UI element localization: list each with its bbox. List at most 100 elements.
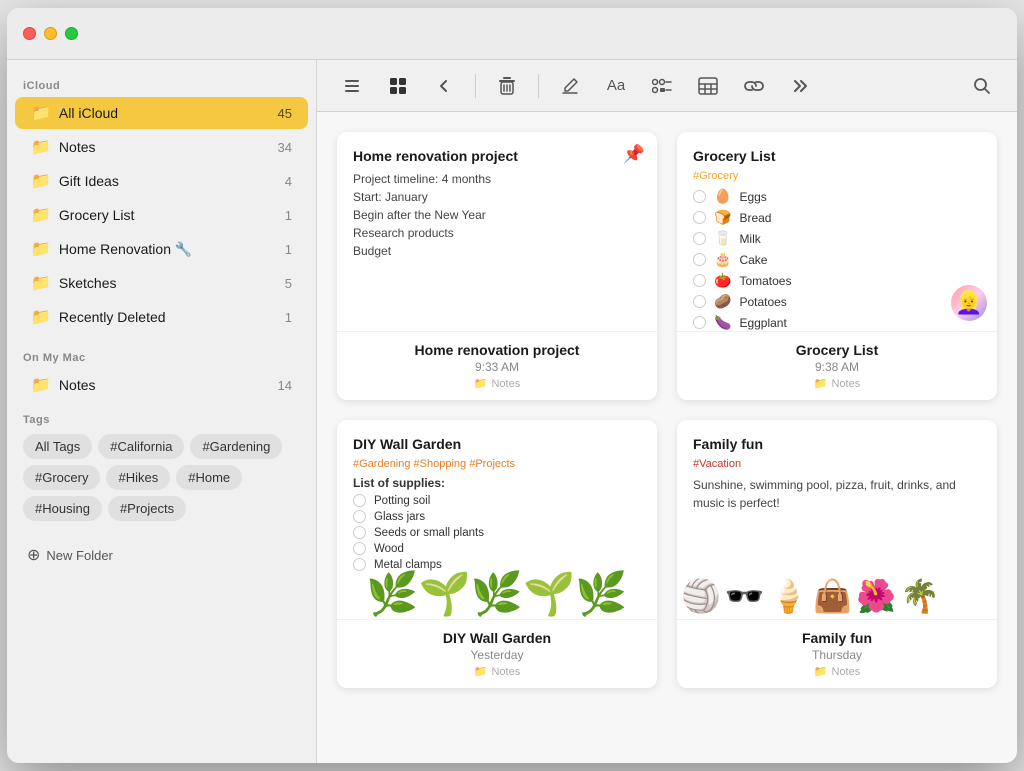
checkbox: [353, 526, 366, 539]
delete-button[interactable]: [492, 71, 522, 101]
checkbox: [353, 494, 366, 507]
sidebar-item-count: 4: [285, 174, 292, 189]
note-preview: Grocery List #Grocery 🥚 Eggs 🍞: [677, 132, 997, 332]
checkbox: [693, 232, 706, 245]
diy-item: Glass jars: [353, 510, 641, 523]
sidebar-item-count: 1: [285, 310, 292, 325]
item-label: Milk: [739, 232, 760, 246]
tag-grocery[interactable]: #Grocery: [23, 465, 100, 490]
checkbox: [693, 190, 706, 203]
item-label: Eggs: [739, 190, 766, 204]
note-folder-label: Notes: [831, 378, 860, 390]
app-window: iCloud 📁 All iCloud 45 📁 Notes 34 📁 Gift…: [7, 8, 1017, 763]
sidebar-item-home-renovation[interactable]: 📁 Home Renovation 🔧 1: [15, 233, 308, 265]
emoji: 🏐: [681, 577, 721, 615]
note-card-diy-wall-garden[interactable]: DIY Wall Garden #Gardening #Shopping #Pr…: [337, 420, 657, 688]
grocery-item: 🥛 Milk: [693, 230, 981, 247]
tag-projects[interactable]: #Projects: [108, 496, 186, 521]
note-card-home-renovation[interactable]: Home renovation project Project timeline…: [337, 132, 657, 400]
grid-icon: [388, 76, 408, 96]
folder-small-icon: 📁: [474, 665, 488, 678]
note-preview: DIY Wall Garden #Gardening #Shopping #Pr…: [337, 420, 657, 620]
back-button[interactable]: [429, 71, 459, 101]
checkbox: [693, 253, 706, 266]
search-button[interactable]: [967, 71, 997, 101]
search-icon: [973, 77, 991, 95]
table-icon: [698, 77, 718, 95]
note-card-grocery-list[interactable]: Grocery List #Grocery 🥚 Eggs 🍞: [677, 132, 997, 400]
item-label: Potatoes: [739, 295, 786, 309]
note-preview-title: Home renovation project: [353, 148, 641, 164]
folder-icon: 📁: [31, 171, 51, 191]
tag-california[interactable]: #California: [98, 434, 184, 459]
tag-hikes[interactable]: #Hikes: [106, 465, 170, 490]
checklist-button[interactable]: [647, 71, 677, 101]
list-icon: [343, 77, 361, 95]
item-emoji: 🍞: [714, 209, 731, 226]
sidebar-item-label: Gift Ideas: [59, 173, 277, 189]
item-label: Tomatoes: [739, 274, 791, 288]
item-label: Cake: [739, 253, 767, 267]
folder-small-icon: 📁: [474, 377, 488, 390]
folder-icon: 📁: [31, 273, 51, 293]
sidebar-item-label: Recently Deleted: [59, 309, 277, 325]
note-footer-folder: 📁 Notes: [691, 377, 983, 390]
emoji: 🌺: [856, 577, 896, 615]
grocery-item: 🥔 Potatoes: [693, 293, 981, 310]
folder-icon: 📁: [31, 239, 51, 259]
sidebar-item-all-icloud[interactable]: 📁 All iCloud 45: [15, 97, 308, 129]
sidebar-item-count: 1: [285, 242, 292, 257]
sidebar-item-notes[interactable]: 📁 Notes 34: [15, 131, 308, 163]
emoji: 👜: [813, 577, 853, 615]
fun-emojis: 🏐 🕶️ 🍦 👜 🌺 🌴: [681, 577, 993, 615]
sidebar-item-grocery-list[interactable]: 📁 Grocery List 1: [15, 199, 308, 231]
minimize-button[interactable]: [44, 27, 57, 40]
item-label: Eggplant: [739, 316, 786, 330]
compose-button[interactable]: [555, 71, 585, 101]
traffic-lights: [23, 27, 78, 40]
emoji: 🌴: [900, 577, 940, 615]
close-button[interactable]: [23, 27, 36, 40]
note-footer-title: Grocery List: [691, 342, 983, 358]
note-preview-hashtag: #Gardening #Shopping #Projects: [353, 458, 641, 470]
note-footer-title: DIY Wall Garden: [351, 630, 643, 646]
tag-all-tags[interactable]: All Tags: [23, 434, 92, 459]
format-button[interactable]: Aa: [601, 71, 631, 101]
note-footer-title: Home renovation project: [351, 342, 643, 358]
note-footer-time: 9:33 AM: [351, 360, 643, 374]
new-folder-button[interactable]: ⊕ New Folder: [7, 537, 316, 573]
folder-small-icon: 📁: [814, 377, 828, 390]
item-emoji: 🥛: [714, 230, 731, 247]
sidebar-item-gift-ideas[interactable]: 📁 Gift Ideas 4: [15, 165, 308, 197]
toolbar-divider-2: [538, 74, 539, 98]
sidebar-item-recently-deleted[interactable]: 📁 Recently Deleted 1: [15, 301, 308, 333]
checkbox: [693, 211, 706, 224]
item-label: Seeds or small plants: [374, 527, 484, 539]
sidebar-item-label: Grocery List: [59, 207, 277, 223]
fullscreen-button[interactable]: [65, 27, 78, 40]
list-view-button[interactable]: [337, 71, 367, 101]
grid-view-button[interactable]: [383, 71, 413, 101]
chevron-left-icon: [436, 78, 452, 94]
note-folder-label: Notes: [491, 378, 520, 390]
link-button[interactable]: [739, 71, 769, 101]
folder-icon: 📁: [31, 375, 51, 395]
sidebar-item-sketches[interactable]: 📁 Sketches 5: [15, 267, 308, 299]
note-card-family-fun[interactable]: Family fun #Vacation Sunshine, swimming …: [677, 420, 997, 688]
item-label: Glass jars: [374, 511, 425, 523]
sidebar-item-mac-notes[interactable]: 📁 Notes 14: [15, 369, 308, 401]
new-folder-label: New Folder: [46, 548, 112, 563]
tag-housing[interactable]: #Housing: [23, 496, 102, 521]
folder-icon: 📁: [31, 103, 51, 123]
item-emoji: 🍅: [714, 272, 731, 289]
note-footer-time: Thursday: [691, 648, 983, 662]
item-label: Bread: [739, 211, 771, 225]
folder-small-icon: 📁: [814, 665, 828, 678]
tag-gardening[interactable]: #Gardening: [190, 434, 282, 459]
table-button[interactable]: [693, 71, 723, 101]
more-button[interactable]: [785, 71, 815, 101]
right-panel: Aa: [317, 60, 1017, 763]
note-preview-title: Grocery List: [693, 148, 981, 164]
tag-home[interactable]: #Home: [176, 465, 242, 490]
diy-item: Seeds or small plants: [353, 526, 641, 539]
